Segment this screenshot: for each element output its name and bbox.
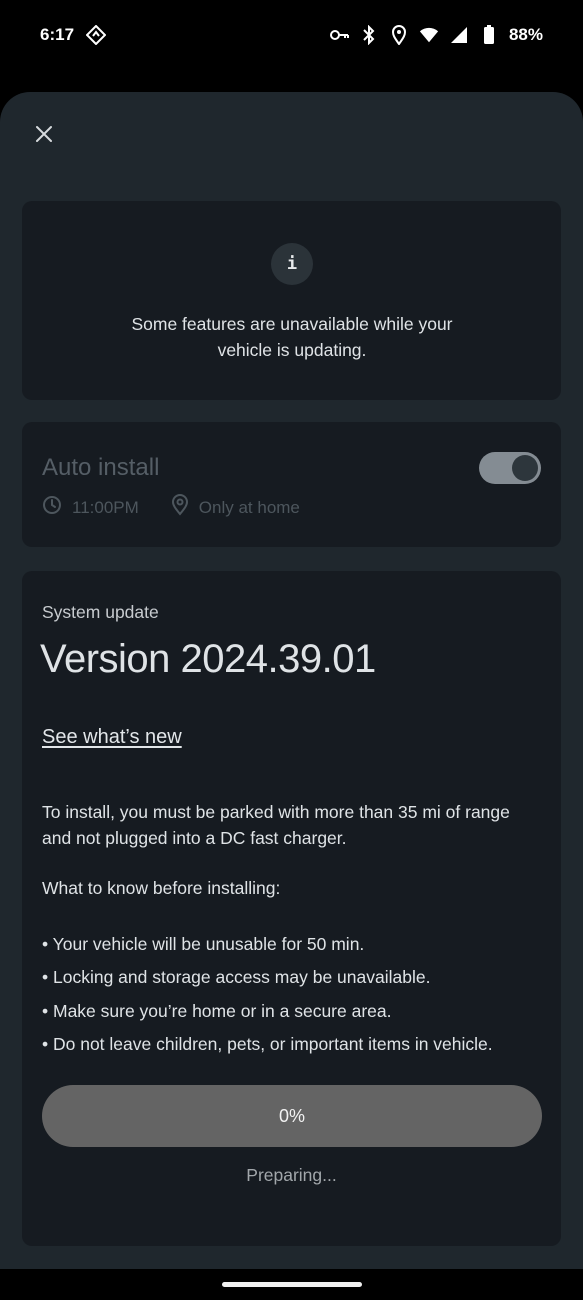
status-left: 6:17: [40, 25, 107, 45]
update-status: Preparing...: [246, 1165, 337, 1185]
battery-icon: [479, 25, 499, 45]
info-card: i Some features are unavailable while yo…: [22, 201, 561, 400]
signal-icon: [449, 25, 469, 45]
wifi-icon: [419, 25, 439, 45]
auto-install-toggle[interactable]: [479, 452, 541, 484]
toggle-knob: [512, 455, 538, 481]
location-icon: [389, 25, 409, 45]
version-title: Version 2024.39.01: [40, 637, 376, 681]
install-progress-button[interactable]: 0%: [42, 1085, 542, 1147]
info-icon: i: [271, 243, 313, 285]
list-item: • Make sure you’re home or in a secure a…: [42, 1000, 392, 1021]
status-right: 88%: [329, 25, 543, 45]
schedule-time-label: 11:00PM: [72, 497, 139, 517]
progress-label: 0%: [278, 1105, 305, 1126]
battery-percent: 88%: [508, 25, 543, 44]
navigation-bar: [0, 1269, 583, 1300]
clock: 6:17: [40, 25, 75, 44]
key-icon: [329, 25, 349, 45]
update-sheet: i Some features are unavailable while yo…: [0, 92, 583, 1269]
install-requirements: To install, you must be parked with more…: [42, 802, 510, 848]
close-icon: [35, 125, 53, 148]
location-pin-icon: [171, 494, 189, 521]
status-bar: 6:17 88%: [0, 0, 583, 70]
list-item: • Locking and storage access may be unav…: [42, 967, 431, 988]
system-update-card: System update Version 2024.39.01 See wha…: [22, 571, 561, 1246]
know-before-title: What to know before installing:: [42, 878, 281, 898]
info-message: Some features are unavailable while your…: [131, 314, 453, 360]
clock-icon: [42, 495, 62, 520]
auto-install-title: Auto install: [42, 454, 160, 481]
schedule-location: Only at home: [171, 494, 300, 521]
list-item: • Your vehicle will be unusable for 50 m…: [42, 934, 365, 954]
home-indicator[interactable]: [222, 1282, 362, 1287]
warning-list: • Your vehicle will be unusable for 50 m…: [42, 931, 552, 1064]
close-button[interactable]: [24, 116, 64, 156]
see-whats-new-link[interactable]: See what’s new: [42, 726, 182, 749]
update-label: System update: [42, 602, 159, 622]
schedule-time: 11:00PM: [42, 495, 139, 520]
auto-install-card[interactable]: Auto install 11:00PM Only at home: [22, 422, 561, 547]
list-item: • Do not leave children, pets, or import…: [42, 1033, 493, 1054]
schedule-location-label: Only at home: [198, 497, 300, 517]
auto-install-meta: 11:00PM Only at home: [42, 494, 300, 521]
nav-diamond-icon: [86, 25, 107, 45]
bluetooth-icon: [359, 25, 379, 45]
